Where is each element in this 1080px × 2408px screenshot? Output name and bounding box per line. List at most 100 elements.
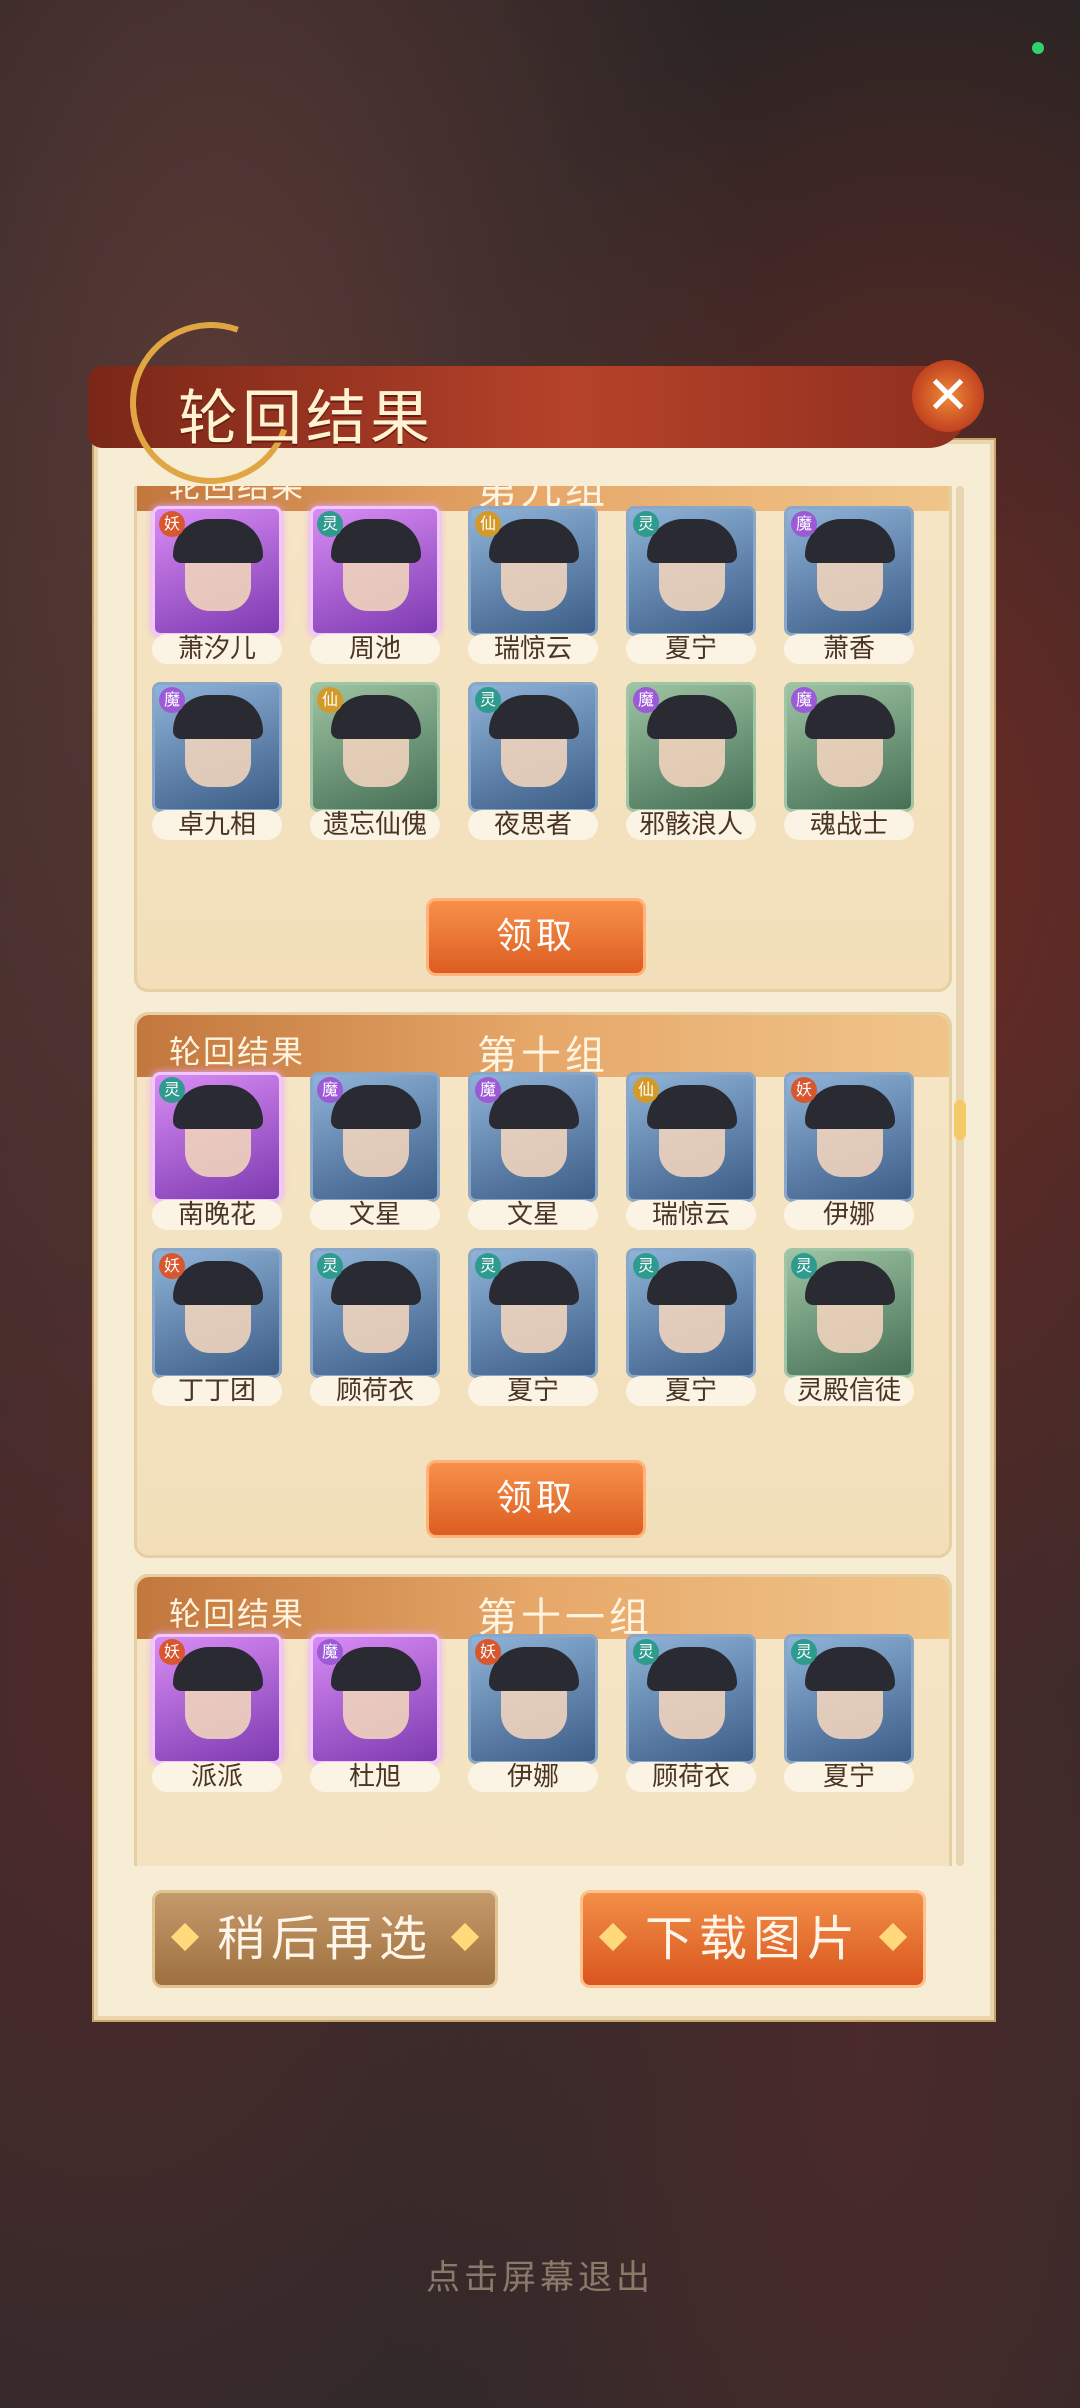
character-card[interactable]: 妖丁丁团	[152, 1248, 282, 1408]
character-name: 萧汐儿	[152, 634, 282, 664]
character-card[interactable]: 魔卓九相	[152, 682, 282, 842]
character-card[interactable]: 妖派派	[152, 1634, 282, 1794]
claim-button-group-9[interactable]: 领取	[426, 898, 646, 976]
scrollbar-track[interactable]	[956, 486, 964, 1866]
results-scroll-list[interactable]: 轮回结果 第九组 妖萧汐儿灵周池仙瑞惊云灵夏宁魔萧香魔卓九相仙遗忘仙傀灵夜思者魔…	[130, 486, 952, 1866]
character-card[interactable]: 灵周池	[310, 506, 440, 666]
portrait-hair	[647, 695, 737, 739]
character-name: 夏宁	[784, 1762, 914, 1792]
character-card[interactable]: 仙遗忘仙傀	[310, 682, 440, 842]
character-portrait: 仙	[626, 1072, 756, 1202]
faction-badge: 妖	[159, 1639, 185, 1665]
character-card[interactable]: 魔邪骸浪人	[626, 682, 756, 842]
character-portrait: 魔	[784, 506, 914, 636]
close-button[interactable]: ✕	[912, 360, 984, 432]
character-card[interactable]: 灵夏宁	[784, 1634, 914, 1794]
download-image-button[interactable]: 下载图片	[580, 1890, 926, 1988]
faction-badge: 仙	[475, 511, 501, 537]
character-name: 灵殿信徒	[784, 1376, 914, 1406]
character-name: 伊娜	[784, 1200, 914, 1230]
character-portrait: 灵	[152, 1072, 282, 1202]
portrait-hair	[805, 519, 895, 563]
exit-hint[interactable]: 点击屏幕退出	[0, 2250, 1080, 2299]
portrait-hair	[489, 695, 579, 739]
portrait-hair	[647, 1261, 737, 1305]
character-name: 杜旭	[310, 1762, 440, 1792]
portrait-hair	[489, 1085, 579, 1129]
character-portrait: 妖	[152, 506, 282, 636]
faction-badge: 灵	[633, 1639, 659, 1665]
character-card[interactable]: 魔文星	[310, 1072, 440, 1232]
character-card[interactable]: 灵顾荷衣	[310, 1248, 440, 1408]
character-name: 邪骸浪人	[626, 810, 756, 840]
portrait-hair	[647, 1085, 737, 1129]
character-card[interactable]: 魔萧香	[784, 506, 914, 666]
character-name: 派派	[152, 1762, 282, 1792]
character-card[interactable]: 妖伊娜	[468, 1634, 598, 1794]
choose-later-label: 稍后再选	[216, 1911, 433, 1967]
character-portrait: 灵	[310, 1248, 440, 1378]
faction-badge: 灵	[791, 1253, 817, 1279]
character-portrait: 妖	[152, 1634, 282, 1764]
portrait-hair	[805, 1647, 895, 1691]
character-name: 瑞惊云	[468, 634, 598, 664]
character-card[interactable]: 魔杜旭	[310, 1634, 440, 1794]
faction-badge: 妖	[159, 511, 185, 537]
faction-badge: 灵	[475, 1253, 501, 1279]
character-name: 瑞惊云	[626, 1200, 756, 1230]
portrait-hair	[489, 519, 579, 563]
faction-badge: 灵	[791, 1639, 817, 1665]
character-portrait: 灵	[784, 1248, 914, 1378]
choose-later-button[interactable]: 稍后再选	[152, 1890, 498, 1988]
claim-button-group-10[interactable]: 领取	[426, 1460, 646, 1538]
character-card[interactable]: 灵南晚花	[152, 1072, 282, 1232]
status-indicator	[1032, 42, 1044, 54]
character-card[interactable]: 灵夏宁	[626, 1248, 756, 1408]
diamond-icon	[170, 1922, 200, 1952]
scrollbar-thumb[interactable]	[954, 1100, 966, 1140]
character-portrait: 妖	[468, 1634, 598, 1764]
character-card[interactable]: 灵夏宁	[626, 506, 756, 666]
character-portrait: 灵	[626, 506, 756, 636]
character-portrait: 妖	[152, 1248, 282, 1378]
faction-badge: 灵	[317, 1253, 343, 1279]
character-name: 夏宁	[626, 634, 756, 664]
faction-badge: 灵	[633, 1253, 659, 1279]
group-header: 轮回结果 第十组	[137, 1015, 949, 1079]
character-card[interactable]: 魔文星	[468, 1072, 598, 1232]
character-card[interactable]: 灵顾荷衣	[626, 1634, 756, 1794]
character-portrait: 灵	[310, 506, 440, 636]
character-portrait: 妖	[784, 1072, 914, 1202]
portrait-hair	[173, 1261, 263, 1305]
group-label: 轮回结果	[169, 1595, 306, 1633]
faction-badge: 妖	[475, 1639, 501, 1665]
character-card[interactable]: 灵夏宁	[468, 1248, 598, 1408]
character-name: 顾荷衣	[626, 1762, 756, 1792]
faction-badge: 灵	[159, 1077, 185, 1103]
character-card[interactable]: 妖萧汐儿	[152, 506, 282, 666]
character-portrait: 灵	[468, 682, 598, 812]
character-card[interactable]: 灵灵殿信徒	[784, 1248, 914, 1408]
character-portrait: 魔	[310, 1072, 440, 1202]
group-label: 轮回结果	[169, 1033, 306, 1071]
character-card[interactable]: 仙瑞惊云	[468, 506, 598, 666]
faction-badge: 魔	[317, 1639, 343, 1665]
character-name: 南晚花	[152, 1200, 282, 1230]
portrait-hair	[331, 695, 421, 739]
faction-badge: 灵	[475, 687, 501, 713]
character-card[interactable]: 灵夜思者	[468, 682, 598, 842]
faction-badge: 仙	[317, 687, 343, 713]
faction-badge: 魔	[633, 687, 659, 713]
character-name: 萧香	[784, 634, 914, 664]
character-card[interactable]: 仙瑞惊云	[626, 1072, 756, 1232]
character-card[interactable]: 魔魂战士	[784, 682, 914, 842]
character-name: 丁丁团	[152, 1376, 282, 1406]
faction-badge: 魔	[791, 687, 817, 713]
diamond-icon	[450, 1922, 480, 1952]
character-portrait: 灵	[784, 1634, 914, 1764]
character-portrait: 魔	[784, 682, 914, 812]
character-name: 卓九相	[152, 810, 282, 840]
character-name: 伊娜	[468, 1762, 598, 1792]
portrait-hair	[173, 695, 263, 739]
character-card[interactable]: 妖伊娜	[784, 1072, 914, 1232]
